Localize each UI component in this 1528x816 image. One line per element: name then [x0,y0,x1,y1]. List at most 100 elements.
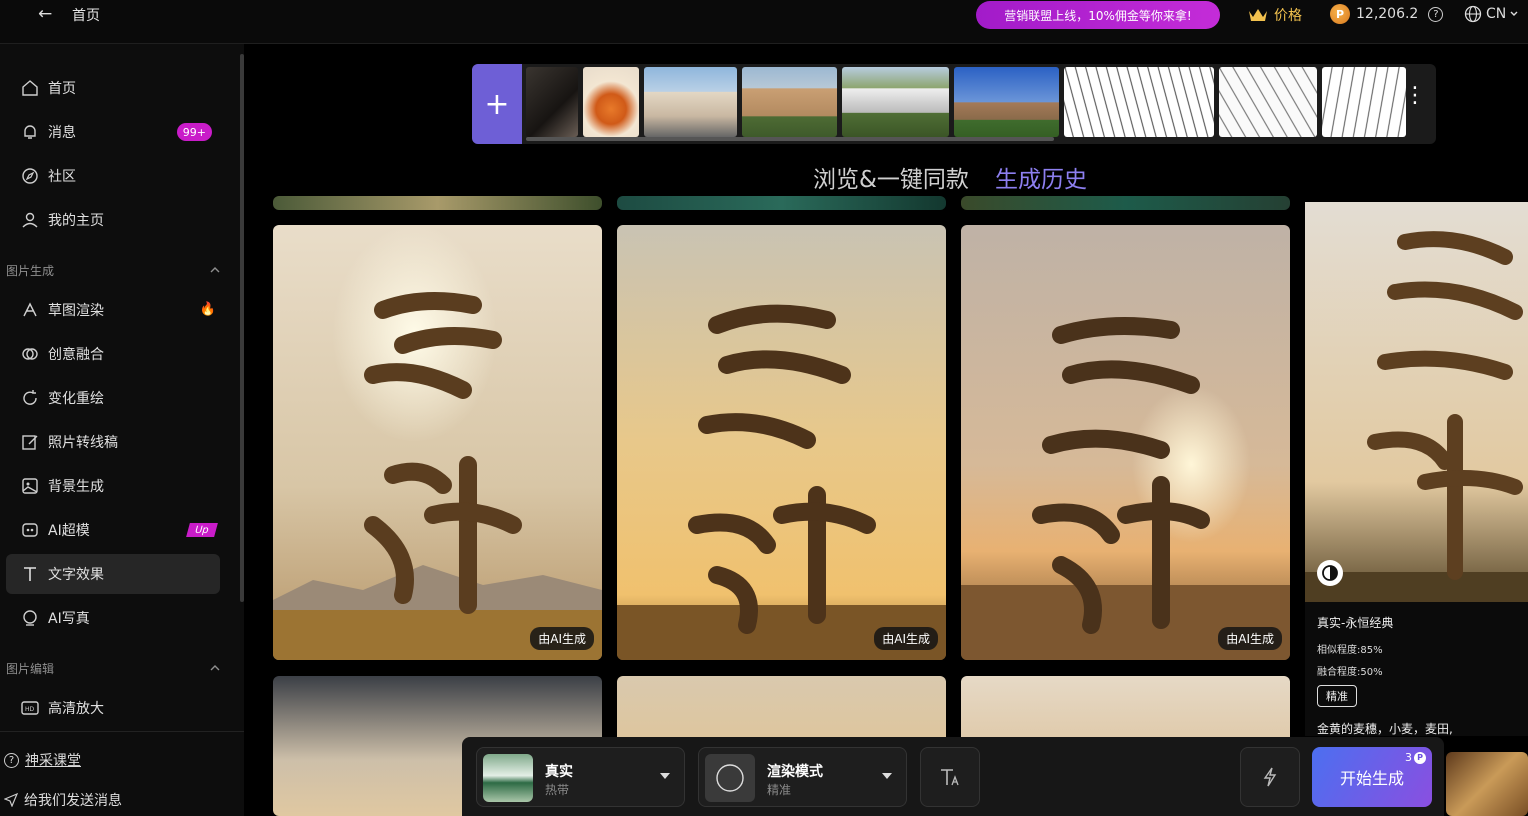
style-thumbnail [483,754,533,802]
credits-value: 12,206.2 [1356,6,1419,22]
sidebar-item-home[interactable]: 首页 [6,68,220,108]
sidebar-item-text-effect[interactable]: 文字效果 [6,554,220,594]
fusion-value: 融合程度:50% [1317,667,1383,678]
fire-icon: 🔥 [199,302,216,317]
wheat-character-image [961,225,1290,660]
ai-model-icon [20,520,40,540]
sidebar-item-creative-blend[interactable]: 创意融合 [6,334,220,374]
section-image-editing[interactable]: 图片编辑 [6,660,220,677]
lightning-icon [1263,767,1277,787]
message-count-badge: 99+ [176,123,212,141]
image-card-partial[interactable] [617,196,946,210]
tab-browse[interactable]: 浏览&一键同款 [813,160,969,200]
sidebar-item-variation[interactable]: 变化重绘 [6,378,220,418]
sidebar-item-messages[interactable]: 消息 99+ [6,112,220,152]
start-generate-button[interactable]: 开始生成 3 P [1312,747,1432,807]
sidebar-item-label: 我的主页 [48,213,104,229]
strip-scrollbar[interactable] [526,137,1054,141]
image-card-partial[interactable] [1446,752,1528,816]
sidebar-scrollbar[interactable] [240,54,244,602]
compare-toggle-button[interactable] [1317,560,1343,586]
text-icon [20,564,40,584]
style-picker[interactable]: 真实 热带 [476,747,685,807]
globe-icon [1464,5,1482,23]
reference-image-strip: + ⋮ [472,64,1436,144]
dropdown-caret-icon [882,773,892,779]
thumbnail[interactable] [583,67,639,137]
sidebar-item-label: 变化重绘 [48,391,104,407]
generated-image-card[interactable]: 由AI生成 [617,225,946,660]
chevron-up-icon [210,267,220,273]
blend-icon [20,344,40,364]
sidebar-footer: ? 神采课堂 给我们发送消息 [0,731,244,816]
sketch-icon [20,300,40,320]
promo-banner-button[interactable]: 营销联盟上线，10%佣金等你来拿! [976,1,1220,29]
generated-image-card[interactable]: 由AI生成 [273,225,602,660]
svg-text:HD: HD [25,706,35,713]
compass-icon [20,166,40,186]
sidebar-item-label: AI写真 [48,611,90,627]
sidebar-item-label: 社区 [48,169,76,185]
sidebar-item-photo-to-lineart[interactable]: 照片转线稿 [6,422,220,462]
feedback-link[interactable]: 给我们发送消息 [4,790,122,810]
sidebar-item-ai-portrait[interactable]: AI写真 [6,598,220,638]
image-card-partial[interactable] [961,196,1290,210]
sidebar-item-label: 背景生成 [48,479,104,495]
language-selector[interactable]: CN [1464,5,1518,23]
refresh-icon [20,388,40,408]
thumbnail[interactable] [742,67,837,137]
sidebar-item-label: 高清放大 [48,701,104,717]
bell-icon [20,122,40,142]
thumbnail[interactable] [526,67,578,137]
sidebar-item-label: 文字效果 [48,567,104,583]
points-icon: P [1414,751,1426,764]
help-icon: ? [4,752,19,768]
sidebar-item-label: 创意融合 [48,347,104,363]
mode-subtitle: 精准 [767,783,792,797]
back-arrow-icon[interactable]: ← [38,4,52,24]
course-link[interactable]: ? 神采课堂 [4,750,81,770]
sidebar-item-sketch-render[interactable]: 草图渲染 🔥 [6,290,220,330]
style-title: 真实 [545,764,573,780]
thumbnail[interactable] [954,67,1059,137]
sidebar-item-label: 照片转线稿 [48,435,118,451]
thumbnail[interactable] [842,67,949,137]
add-image-button[interactable]: + [472,64,522,144]
thumbnail[interactable] [644,67,737,137]
sidebar-item-label: AI超模 [48,523,90,539]
thumbnail[interactable] [1219,67,1317,137]
user-icon [20,210,40,230]
image-icon [20,476,40,496]
section-image-generation[interactable]: 图片生成 [6,262,220,279]
sidebar-item-my-profile[interactable]: 我的主页 [6,200,220,240]
prompt-text: 金黄的麦穗，小麦，麦田, [1317,722,1453,736]
more-options-icon[interactable]: ⋮ [1404,85,1426,107]
crown-icon [1249,9,1267,21]
generated-image-card[interactable]: 由AI生成 [961,225,1290,660]
ai-generated-label: 由AI生成 [874,627,938,650]
tab-history[interactable]: 生成历史 [994,160,1087,200]
sidebar-item-hd-upscale[interactable]: HD 高清放大 [6,688,220,728]
image-card-partial[interactable] [273,196,602,210]
wheat-character-image [273,225,602,660]
sidebar-item-label: 首页 [48,81,76,97]
contrast-icon [1322,565,1338,581]
fast-mode-button[interactable] [1240,747,1300,807]
precision-tag: 精准 [1317,685,1357,707]
sidebar-item-background-gen[interactable]: 背景生成 [6,466,220,506]
sidebar-item-ai-model[interactable]: AI超模 Up [6,510,220,550]
cost-value: 3 [1405,751,1412,764]
render-mode-picker[interactable]: 渲染模式 精准 [698,747,907,807]
price-link[interactable]: 价格 [1248,5,1302,25]
circle-icon [716,764,744,792]
generation-toolbar: 真实 热带 渲染模式 精准 开始生成 3 P [462,737,1444,816]
thumbnail[interactable] [1064,67,1214,137]
language-label: CN [1486,6,1507,22]
detail-title: 真实-永恒经典 [1317,616,1394,630]
thumbnail[interactable] [1322,67,1406,137]
help-icon[interactable]: ? [1428,6,1444,22]
text-size-icon [941,769,959,786]
sidebar-item-community[interactable]: 社区 [6,156,220,196]
ai-generated-label: 由AI生成 [530,627,594,650]
text-input-button[interactable] [920,747,980,807]
